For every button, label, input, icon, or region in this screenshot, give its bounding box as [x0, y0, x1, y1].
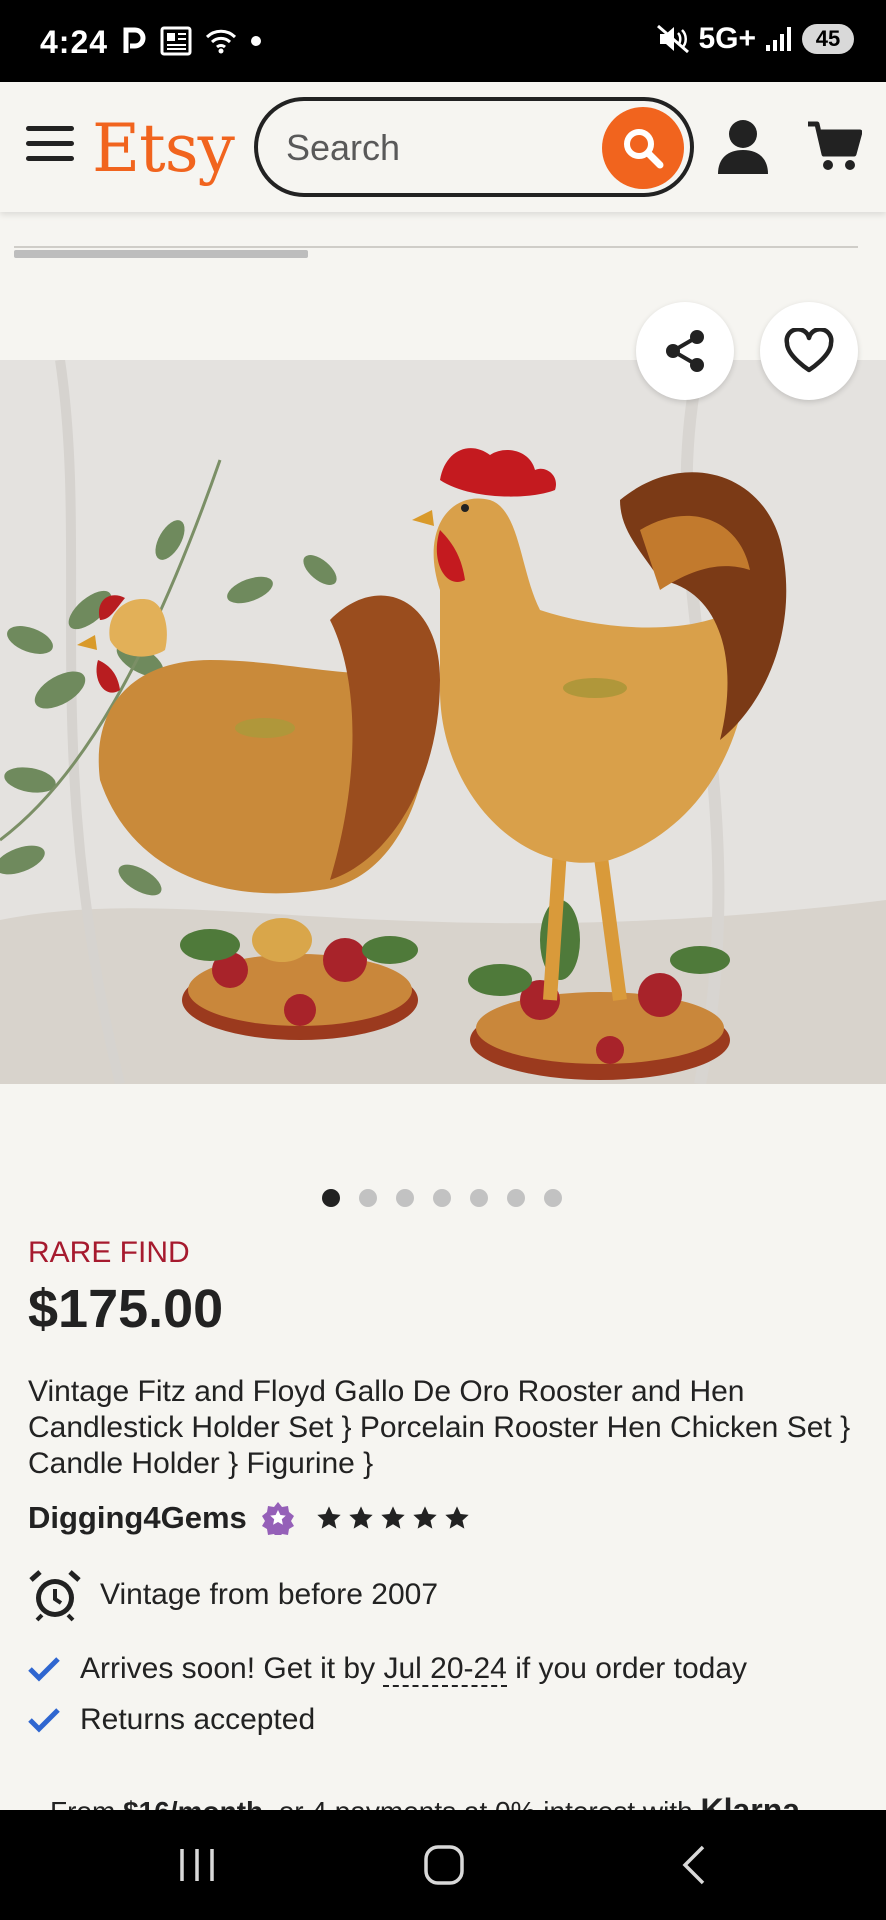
search-input[interactable]	[286, 123, 586, 173]
carousel-dot[interactable]	[359, 1189, 377, 1207]
carousel-dot[interactable]	[433, 1189, 451, 1207]
delivery-dates-link[interactable]: Jul 20-24	[383, 1652, 507, 1687]
star-icon	[381, 1506, 405, 1529]
share-button[interactable]	[636, 302, 734, 400]
home-button[interactable]	[384, 1810, 504, 1920]
home-icon	[424, 1845, 464, 1885]
alarm-clock-icon	[29, 1570, 81, 1622]
star-icon	[349, 1506, 373, 1529]
dot-icon	[251, 36, 261, 46]
star-icon	[413, 1506, 437, 1529]
carousel-dot[interactable]	[470, 1189, 488, 1207]
status-time: 4:24	[40, 24, 109, 60]
status-right: 5G+ 45	[656, 22, 854, 56]
price: $175.00	[28, 1279, 224, 1339]
share-icon	[666, 330, 704, 372]
klarna-row[interactable]: From $16/month, or 4 payments at 0% inte…	[50, 1792, 800, 1810]
wifi-icon	[205, 29, 237, 54]
etsy-logo[interactable]: Etsy	[92, 110, 235, 187]
rare-find-badge: RARE FIND	[28, 1236, 190, 1269]
signal-icon	[766, 27, 791, 51]
check-icon	[28, 1708, 60, 1733]
delivery-prefix: Arrives soon! Get it by	[80, 1652, 384, 1685]
rating-stars[interactable]	[315, 1504, 471, 1532]
star-icon	[445, 1506, 469, 1529]
klarna-prefix: From	[50, 1796, 123, 1810]
delivery-text: Arrives soon! Get it by Jul 20-24 if you…	[80, 1652, 748, 1687]
klarna-brand: Klarna	[700, 1792, 801, 1810]
carousel-dots	[322, 1189, 562, 1207]
menu-icon[interactable]	[26, 126, 74, 166]
back-icon	[682, 1845, 705, 1885]
status-bar: 4:24 5G+ 45	[0, 0, 886, 82]
returns-row: Returns accepted	[28, 1703, 315, 1737]
recent-apps-icon	[180, 1849, 214, 1881]
carousel-dot[interactable]	[322, 1189, 340, 1207]
vintage-row: Vintage from before 2007	[28, 1568, 438, 1622]
image-scroll-thumb	[14, 250, 308, 258]
shop-name-link[interactable]: Digging4Gems	[28, 1500, 247, 1536]
shop-row: Digging4Gems	[28, 1500, 471, 1536]
star-icon	[317, 1506, 341, 1529]
network-type: 5G+	[698, 22, 756, 55]
klarna-middle: , or 4 payments at 0% interest with	[263, 1796, 700, 1810]
carousel-dot[interactable]	[507, 1189, 525, 1207]
rooster-hen-photo	[0, 360, 886, 1084]
battery-indicator: 45	[802, 24, 854, 54]
listing-title: Vintage Fitz and Floyd Gallo De Oro Roos…	[28, 1375, 851, 1480]
search-icon	[624, 129, 664, 169]
search-button[interactable]	[602, 107, 684, 189]
carousel-dot[interactable]	[396, 1189, 414, 1207]
delivery-suffix: if you order today	[506, 1652, 748, 1685]
app-header: Etsy	[0, 82, 886, 212]
star-seller-badge-icon	[261, 1502, 294, 1535]
delivery-row: Arrives soon! Get it by Jul 20-24 if you…	[28, 1652, 748, 1687]
search-box[interactable]	[254, 97, 694, 197]
news-icon	[160, 26, 192, 56]
image-scroll-track	[14, 246, 858, 248]
check-icon	[28, 1657, 60, 1682]
vintage-note: Vintage from before 2007	[100, 1578, 439, 1611]
p-notification-icon	[123, 27, 146, 53]
system-nav-bar	[0, 1810, 886, 1920]
heart-icon	[784, 328, 834, 373]
account-icon[interactable]	[716, 118, 770, 176]
returns-text: Returns accepted	[80, 1703, 316, 1736]
carousel-dot[interactable]	[544, 1189, 562, 1207]
status-notification-icons	[122, 26, 262, 56]
mute-icon	[657, 24, 690, 54]
cart-icon[interactable]	[806, 118, 862, 174]
klarna-amount: $16/month	[123, 1796, 263, 1810]
product-image[interactable]	[0, 360, 886, 1084]
back-button[interactable]	[633, 1810, 753, 1920]
recent-apps-button[interactable]	[137, 1810, 257, 1920]
favorite-button[interactable]	[760, 302, 858, 400]
